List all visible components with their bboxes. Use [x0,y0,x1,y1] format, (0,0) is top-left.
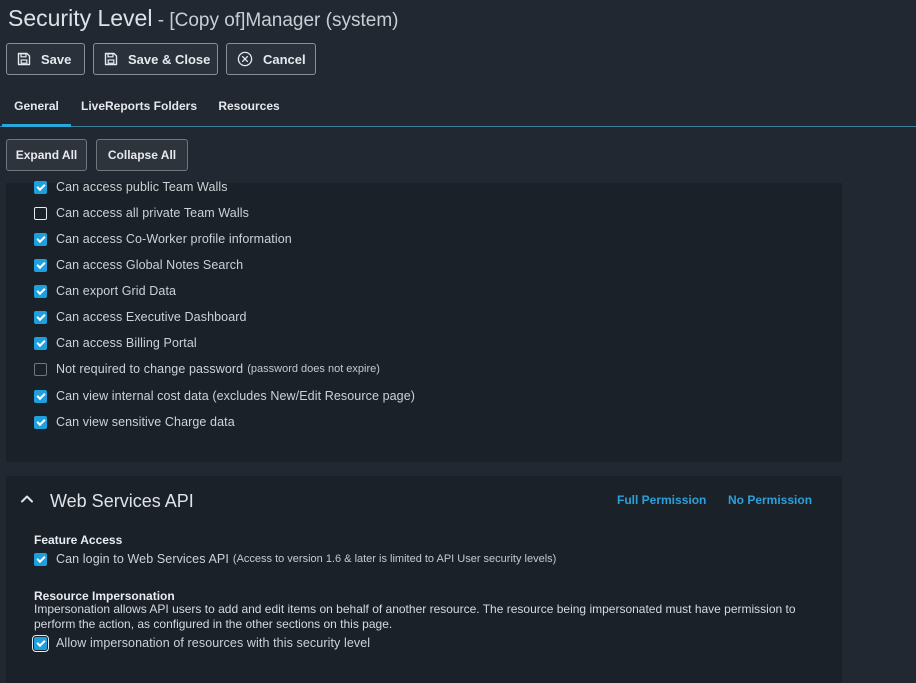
permission-checkbox[interactable] [34,206,47,220]
permission-note: (password does not expire) [247,363,380,375]
resource-impersonation-heading: Resource Impersonation [34,589,175,603]
permission-checkbox[interactable] [34,389,47,403]
page-title-subtitle: - [Copy of]Manager (system) [152,10,399,31]
permission-row: Can access Co-Worker profile information [34,231,292,247]
permission-label: Can export Grid Data [56,284,177,298]
permission-checkbox[interactable] [34,284,47,298]
circle-x-icon [237,51,253,67]
toolbar: Save Save & Close Cancel [6,43,316,75]
permission-label: Can access all private Team Walls [56,206,249,220]
web-services-api-header[interactable]: Web Services API [18,490,194,513]
permission-label: Can view sensitive Charge data [56,415,235,429]
permission-label: Can access Global Notes Search [56,258,244,272]
permission-label: Can access public Team Walls [56,180,228,194]
permission-checkbox[interactable] [34,232,47,246]
permission-row: Can export Grid Data [34,283,176,299]
login-web-services-checkbox[interactable] [34,552,47,566]
permission-label: Can access Billing Portal [56,336,197,350]
permission-label: Can access Co-Worker profile information [56,232,292,246]
feature-access-heading: Feature Access [34,533,123,547]
permission-row: Can login to Web Services API (Access to… [34,551,556,567]
permission-checkbox[interactable] [34,362,47,376]
permission-row: Not required to change password (passwor… [34,361,380,377]
collapse-all-button[interactable]: Collapse All [96,139,188,171]
web-services-api-title: Web Services API [50,491,194,511]
allow-impersonation-label: Allow impersonation of resources with th… [56,636,371,650]
permission-label: Not required to change password [56,362,244,376]
expand-all-button[interactable]: Expand All [6,139,87,171]
permission-checkbox[interactable] [34,336,47,350]
permission-row: Can access Executive Dashboard [34,309,247,325]
page-title-main: Security Level [8,5,153,31]
save-and-close-button-label: Save & Close [128,51,211,67]
permission-row: Can access public Team Walls [34,179,228,195]
permission-checkbox[interactable] [34,180,47,194]
tab-resources[interactable]: Resources [214,88,284,126]
permission-row: Can access Billing Portal [34,335,197,351]
full-permission-link[interactable]: Full Permission [617,493,706,507]
permission-checkbox[interactable] [34,415,47,429]
cancel-button[interactable]: Cancel [226,43,316,75]
allow-impersonation-checkbox[interactable] [32,634,49,652]
tab-general[interactable]: General [2,88,71,127]
permission-label: Can access Executive Dashboard [56,310,247,324]
permission-row: Allow impersonation of resources with th… [32,634,371,652]
tab-bar: General LiveReports Folders Resources [0,88,916,127]
permission-row: Can access all private Team Walls [34,205,249,221]
permission-label: Can view internal cost data (excludes Ne… [56,389,416,403]
permission-checkbox[interactable] [34,310,47,324]
resource-impersonation-description: Impersonation allows API users to add an… [34,602,796,631]
save-button-label: Save [41,51,72,67]
login-web-services-note: (Access to version 1.6 & later is limite… [232,553,557,565]
permission-row: Can view internal cost data (excludes Ne… [34,388,415,404]
cancel-button-label: Cancel [263,51,306,67]
permission-row: Can view sensitive Charge data [34,414,235,430]
login-web-services-label: Can login to Web Services API [56,552,229,566]
permission-row: Can access Global Notes Search [34,257,243,273]
save-and-close-button[interactable]: Save & Close [93,43,218,75]
chevron-up-icon[interactable] [18,490,36,513]
no-permission-link[interactable]: No Permission [728,493,812,507]
floppy-disk-icon [104,52,118,66]
permission-checkbox[interactable] [34,258,47,272]
tab-livereports-folders[interactable]: LiveReports Folders [80,88,198,126]
floppy-disk-icon [17,52,31,66]
save-button[interactable]: Save [6,43,85,75]
page-title: Security Level - [Copy of]Manager (syste… [8,5,399,32]
